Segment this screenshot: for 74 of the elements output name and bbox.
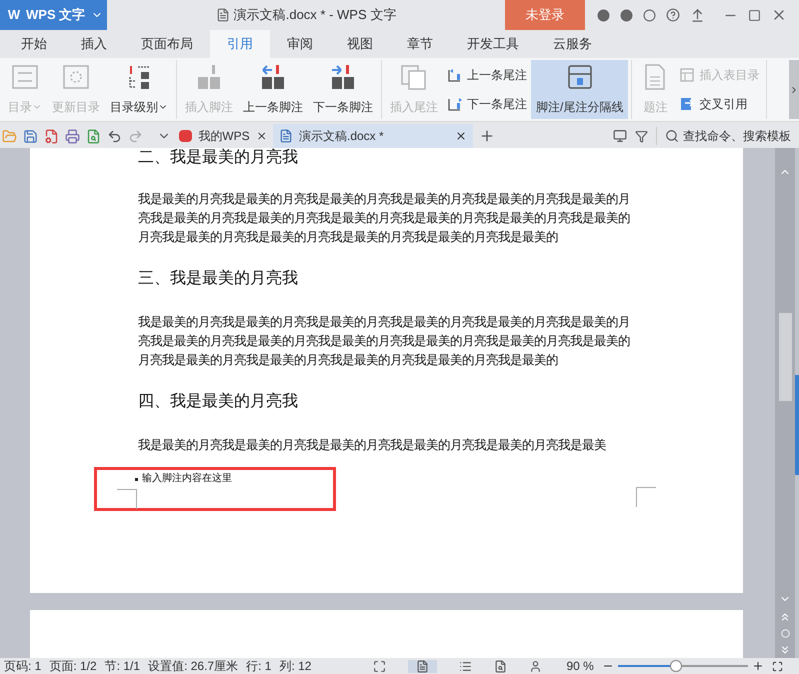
ribbon-button[interactable]: 目录级别: [105, 60, 173, 119]
ribbon-button[interactable]: 上一条脚注: [238, 60, 308, 119]
status-item: 行: 1: [246, 658, 272, 674]
tab-label: 演示文稿.docx *: [299, 128, 384, 145]
ribbon-button[interactable]: 上一条尾注: [447, 66, 527, 84]
zoom-slider[interactable]: [618, 660, 748, 672]
slider-thumb[interactable]: [670, 660, 682, 672]
full-screen-icon[interactable]: [373, 660, 386, 672]
maximize-icon[interactable]: [748, 8, 761, 22]
document-tab[interactable]: 演示文稿.docx *: [273, 124, 473, 148]
document-icon: [279, 129, 293, 143]
window-title: 演示文稿.docx * - WPS 文字: [234, 6, 396, 24]
ribbon-button[interactable]: 交叉引用: [679, 95, 760, 114]
new-tab-icon[interactable]: [479, 128, 495, 144]
ribbon-tab[interactable]: 开发工具: [450, 30, 536, 58]
ribbon-button[interactable]: 下一条脚注: [308, 60, 378, 119]
save-icon[interactable]: [23, 128, 38, 144]
help-icon[interactable]: [666, 8, 680, 22]
app-menu-button[interactable]: W WPS 文字: [0, 0, 107, 30]
document-icon: [216, 8, 230, 22]
monitor-icon[interactable]: [613, 129, 627, 143]
close-tab-icon[interactable]: [256, 130, 267, 142]
ribbon-tab[interactable]: 开始: [4, 30, 64, 58]
ribbon-tab[interactable]: 云服务: [536, 30, 609, 58]
print-preview-icon[interactable]: [86, 128, 101, 144]
previous-endnote-icon: [447, 66, 463, 83]
ribbon-tab[interactable]: 审阅: [270, 30, 330, 58]
reading-mode-icon[interactable]: [529, 660, 542, 672]
status-item: 设置值: 26.7厘米: [148, 658, 238, 674]
section-heading: 三、我是最美的月亮我: [138, 269, 299, 289]
status-item: 页面: 1/2: [49, 658, 97, 674]
scroll-thumb[interactable]: [778, 313, 792, 401]
table-icon: [679, 66, 696, 83]
table-of-contents-icon: [10, 63, 40, 91]
ribbon-button[interactable]: 脚注/尾注分隔线: [531, 60, 628, 119]
crop-mark: [117, 489, 137, 509]
status-item: 列: 12: [279, 658, 312, 674]
tab-label: 我的WPS: [198, 128, 250, 145]
ribbon-tab[interactable]: 章节: [390, 30, 450, 58]
page-view-icon[interactable]: [416, 660, 430, 672]
footnote-mark: [135, 478, 138, 480]
next-endnote-icon: [447, 96, 463, 112]
status-item: 页码: 1: [4, 658, 42, 674]
footnote-text[interactable]: 输入脚注内容在这里: [142, 473, 232, 485]
app-logo: W: [6, 6, 22, 24]
close-tab-icon[interactable]: [455, 130, 467, 142]
refresh-icon: [61, 63, 91, 91]
fit-window-icon[interactable]: [772, 660, 783, 672]
crop-mark: [636, 487, 656, 507]
web-view-icon[interactable]: [494, 660, 508, 672]
search-field[interactable]: 查找命令、搜索模板: [656, 127, 795, 145]
upload-icon[interactable]: [690, 8, 705, 22]
endnote-icon: [399, 63, 429, 91]
document-tab[interactable]: 我的WPS: [173, 124, 273, 148]
ribbon-tab[interactable]: 页面布局: [124, 30, 210, 58]
ribbon-tab[interactable]: 视图: [330, 30, 390, 58]
zoom-in-icon[interactable]: [752, 660, 764, 672]
search-icon: [665, 129, 679, 143]
body-paragraph: 我是最美的月亮我是最美的月亮我是最美的月亮我是最美的月亮我是最美的月亮我是最美的月亮我是最美的月亮我是最美的月亮我是最美的月亮我是最美的月亮我是最美的月亮我是最美的月亮我是最美的月亮我是最美的月亮我是最美的月亮我是最美的月亮我是最美的: [138, 191, 630, 246]
zoom-percent: 90 %: [566, 658, 594, 674]
print-icon[interactable]: [65, 128, 80, 144]
ribbon-tab[interactable]: 引用: [210, 30, 270, 58]
undo-icon[interactable]: [107, 128, 122, 144]
app-name: WPS 文字: [26, 6, 86, 24]
section-heading: 二、我是最美的月亮我: [138, 148, 299, 168]
ribbon-tab[interactable]: 插入: [64, 30, 124, 58]
vertical-scrollbar[interactable]: [775, 148, 795, 658]
cross-reference-icon: [679, 96, 696, 112]
ribbon-button[interactable]: 下一条尾注: [447, 95, 527, 114]
outline-view-icon[interactable]: [459, 660, 472, 672]
body-paragraph: 我是最美的月亮我是最美的月亮我是最美的月亮我是最美的月亮我是最美的月亮我是最美的月亮我是最美的月亮我是最美的月亮我是最美的月亮我是最美的月亮我是最美的月亮我是最美的月亮我是最美的月亮我是最美的月亮我是最美的月亮我是最美的月亮我是最美的: [138, 314, 630, 369]
status-item: 节: 1/1: [104, 658, 140, 674]
section-heading: 四、我是最美的月亮我: [138, 392, 299, 412]
body-paragraph: 我是最美的月亮我是最美的月亮我是最美的月亮我是最美的月亮我是最美的月亮我是最美: [138, 437, 607, 454]
